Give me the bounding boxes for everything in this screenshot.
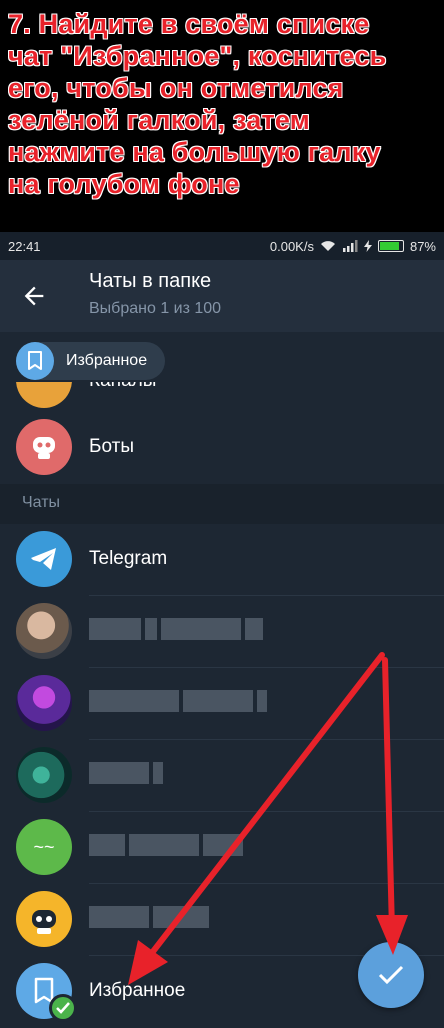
blurred-name (89, 618, 263, 640)
page-title: Чаты в папке (89, 270, 212, 292)
list-item-bots[interactable]: Боты (0, 412, 444, 484)
charging-icon (363, 240, 372, 252)
telegram-icon (16, 531, 72, 587)
chip-label: Избранное (66, 352, 148, 369)
channels-avatar (16, 382, 72, 408)
list-item-telegram[interactable]: Telegram (0, 524, 444, 596)
list-item-channels[interactable]: Каналы (0, 382, 444, 410)
status-bar: 22:41 0.00K/s 87% (0, 232, 444, 260)
status-time: 22:41 (8, 238, 41, 254)
bookmark-icon (16, 342, 54, 380)
list-item-contact[interactable] (0, 668, 444, 740)
confirm-button[interactable] (358, 942, 424, 1008)
battery-icon (377, 240, 404, 252)
selected-chip-saved[interactable]: Избранное (16, 342, 166, 380)
arrow-left-icon[interactable] (20, 282, 48, 310)
blurred-name (89, 762, 163, 784)
blurred-name (89, 906, 209, 928)
status-icons: 0.00K/s 87% (270, 239, 436, 254)
robot-icon (16, 419, 72, 475)
check-icon (378, 965, 404, 985)
instruction-text: 7. Найдите в своём списке чат "Избранное… (8, 9, 387, 199)
list-item-contact[interactable] (0, 740, 444, 812)
list-item-contact[interactable] (0, 596, 444, 668)
signal-icon (342, 240, 358, 252)
section-header-chats: Чаты (0, 484, 444, 524)
wifi-icon (320, 241, 335, 251)
selection-count: Выбрано 1 из 100 (89, 300, 222, 317)
selected-check-icon (49, 994, 77, 1022)
contact-avatar (16, 891, 72, 947)
blurred-name (89, 690, 267, 712)
app-header: Чаты в папке Выбрано 1 из 100 (0, 260, 444, 332)
saved-label: Избранное (89, 980, 186, 1001)
instruction-banner: 7. Найдите в своём списке чат "Избранное… (0, 0, 444, 232)
channels-label: Каналы (89, 382, 156, 392)
contact-avatar (16, 675, 72, 731)
contact-avatar (16, 747, 72, 803)
battery-level (379, 242, 399, 250)
section-label: Чаты (22, 494, 61, 511)
contact-avatar (16, 603, 72, 659)
telegram-label: Telegram (89, 548, 168, 569)
battery-percent: 87% (409, 238, 436, 254)
bots-label: Боты (89, 436, 134, 457)
list-item-contact[interactable]: ~~ (0, 812, 444, 884)
contact-avatar: ~~ (16, 819, 72, 875)
blurred-name (89, 834, 243, 856)
network-speed: 0.00K/s (269, 238, 314, 254)
